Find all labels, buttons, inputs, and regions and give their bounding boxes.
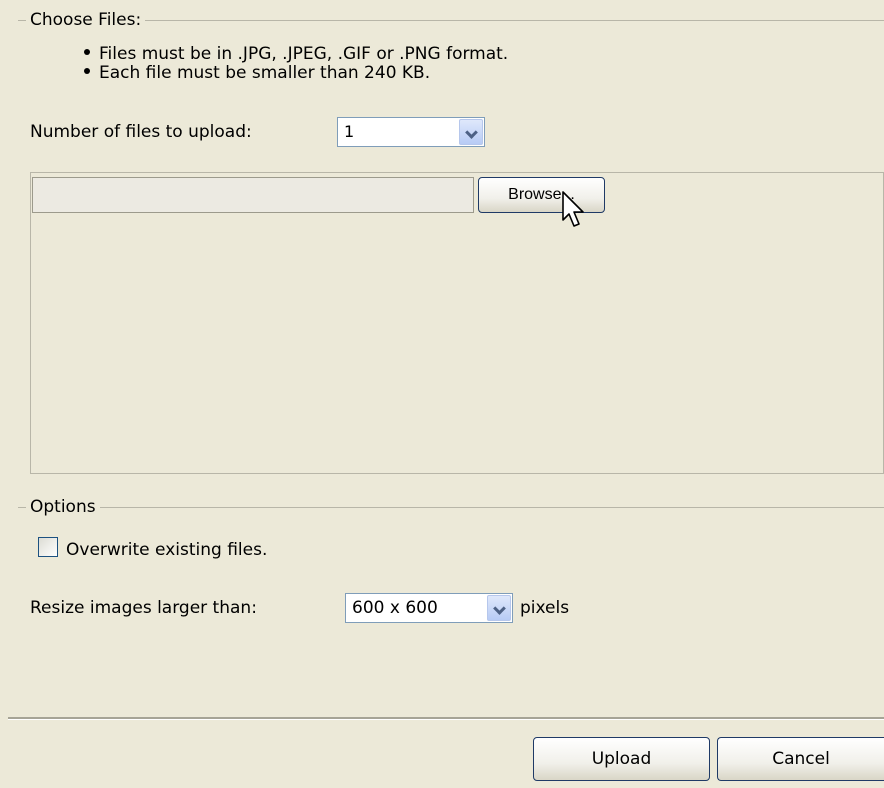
size-rule: Each file must be smaller than 240 KB. bbox=[84, 64, 430, 83]
bullet-icon bbox=[84, 49, 90, 55]
chevron-down-icon[interactable] bbox=[459, 119, 483, 145]
mouse-cursor-icon bbox=[562, 191, 584, 227]
resize-select[interactable]: 600 x 600 bbox=[345, 593, 513, 623]
chevron-down-icon[interactable] bbox=[487, 595, 511, 621]
options-legend: Options bbox=[26, 497, 100, 517]
options-border bbox=[18, 507, 884, 508]
file-list-area bbox=[30, 172, 884, 474]
cancel-button-label: Cancel bbox=[772, 749, 830, 769]
resize-suffix: pixels bbox=[520, 598, 570, 618]
resize-value: 600 x 600 bbox=[352, 598, 438, 618]
choose-files-legend: Choose Files: bbox=[26, 10, 146, 30]
upload-button-label: Upload bbox=[591, 749, 652, 769]
overwrite-checkbox[interactable] bbox=[38, 537, 58, 557]
size-rule-text: Each file must be smaller than 240 KB. bbox=[99, 63, 431, 83]
file-count-label: Number of files to upload: bbox=[30, 122, 252, 142]
bullet-icon bbox=[84, 68, 90, 74]
overwrite-label: Overwrite existing files. bbox=[66, 540, 268, 560]
file-count-value: 1 bbox=[344, 122, 355, 141]
file-count-select[interactable]: 1 bbox=[337, 117, 485, 147]
format-rule: Files must be in .JPG, .JPEG, .GIF or .P… bbox=[84, 45, 508, 64]
format-rule-text: Files must be in .JPG, .JPEG, .GIF or .P… bbox=[99, 44, 509, 64]
footer-divider bbox=[8, 717, 884, 720]
cancel-button[interactable]: Cancel bbox=[717, 737, 884, 781]
upload-button[interactable]: Upload bbox=[533, 737, 710, 781]
file-path-input[interactable] bbox=[32, 177, 474, 213]
resize-label: Resize images larger than: bbox=[30, 598, 257, 618]
choose-files-border bbox=[18, 20, 884, 21]
